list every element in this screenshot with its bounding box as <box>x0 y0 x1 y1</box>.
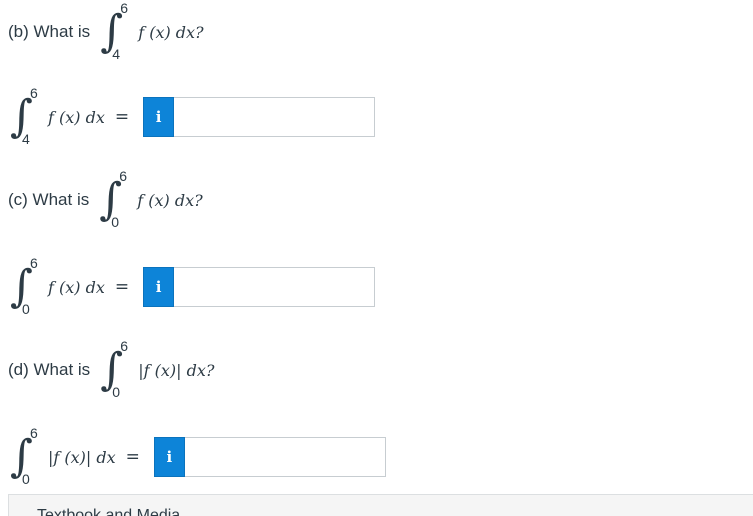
answer-input-d[interactable] <box>184 437 386 477</box>
answer-row-d: ∫ 6 0 |f (x)| dx = i <box>8 425 386 489</box>
integral-lower-limit: 4 <box>22 131 30 147</box>
info-icon: i <box>155 278 162 296</box>
info-icon: i <box>155 108 162 126</box>
integral-lower-limit: 0 <box>111 214 120 230</box>
info-button[interactable]: i <box>143 97 175 137</box>
integral-upper-limit: 6 <box>30 425 38 441</box>
integrand: f (x) dx <box>48 277 105 297</box>
integral-upper-limit: 6 <box>120 0 128 16</box>
question-b: (b) What is ∫ 6 4 f (x) dx? <box>8 0 204 64</box>
integral-symbol: ∫ 6 4 <box>8 85 42 147</box>
integral-upper-limit: 6 <box>119 168 128 184</box>
textbook-media-label: Textbook and Media <box>37 507 181 516</box>
answer-row-c: ∫ 6 0 f (x) dx = i <box>8 255 376 319</box>
equals-sign: = <box>114 107 130 127</box>
equals-sign: = <box>125 447 140 467</box>
integral-lower-limit: 0 <box>22 301 30 317</box>
integral-lower-limit: 4 <box>112 46 120 62</box>
integral-upper-limit: 6 <box>30 255 38 271</box>
equals-sign: = <box>114 277 130 297</box>
integral-symbol: ∫ 6 0 <box>8 425 42 487</box>
question-label: (d) What is <box>8 360 91 379</box>
question-label: (c) What is <box>8 190 90 209</box>
info-button[interactable]: i <box>153 437 185 477</box>
info-button[interactable]: i <box>143 267 175 307</box>
info-icon: i <box>166 448 173 466</box>
integral-upper-limit: 6 <box>30 85 38 101</box>
textbook-media-bar[interactable]: Textbook and Media <box>8 494 753 516</box>
answer-input-b[interactable] <box>174 97 376 137</box>
question-page: (b) What is ∫ 6 4 f (x) dx? ∫ 6 4 f (x) … <box>0 0 753 516</box>
answer-row-b: ∫ 6 4 f (x) dx = i <box>8 85 376 149</box>
integrand: |f (x)| dx? <box>138 360 215 380</box>
integrand: |f (x)| dx <box>48 447 116 467</box>
integral-symbol: ∫ 6 4 <box>98 0 132 62</box>
question-c: (c) What is ∫ 6 0 f (x) dx? <box>8 168 203 232</box>
integrand: f (x) dx? <box>138 22 204 42</box>
integral-lower-limit: 0 <box>22 471 30 487</box>
integrand: f (x) dx? <box>137 190 203 210</box>
integral-symbol: ∫ 6 0 <box>8 255 42 317</box>
integral-upper-limit: 6 <box>120 338 128 354</box>
question-d: (d) What is ∫ 6 0 |f (x)| dx? <box>8 338 214 402</box>
answer-input-c[interactable] <box>174 267 376 307</box>
integral-lower-limit: 0 <box>112 384 120 400</box>
integrand: f (x) dx <box>48 107 105 127</box>
integral-symbol: ∫ 6 0 <box>97 168 131 230</box>
integral-symbol: ∫ 6 0 <box>98 338 132 400</box>
question-label: (b) What is <box>8 22 91 41</box>
